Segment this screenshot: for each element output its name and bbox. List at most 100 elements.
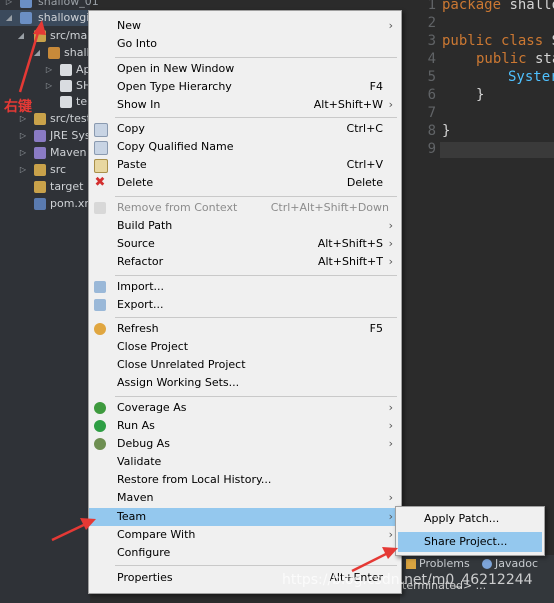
collapse-arrow-icon[interactable]: ◢: [32, 45, 42, 61]
import-icon: [94, 281, 106, 293]
source-folder-icon: [34, 30, 46, 42]
menu-separator: [115, 275, 397, 276]
copy-icon: [94, 123, 108, 137]
expand-arrow-icon[interactable]: ▷: [44, 62, 54, 78]
library-icon: [34, 130, 46, 142]
line-number: 6: [427, 87, 436, 103]
menu-item-close-project[interactable]: Close Project: [89, 338, 401, 356]
menu-item-close-unrelated-project[interactable]: Close Unrelated Project: [89, 356, 401, 374]
code-line-8: }: [442, 123, 451, 139]
submenu-arrow-icon: ›: [388, 546, 393, 559]
expand-arrow-icon[interactable]: ▷: [18, 162, 28, 178]
line-number: 7: [427, 105, 436, 121]
menu-item-restore-local-history[interactable]: Restore from Local History...: [89, 471, 401, 489]
submenu-arrow-icon: ›: [388, 237, 393, 250]
submenu-arrow-icon: ›: [388, 491, 393, 504]
expand-arrow-icon[interactable]: ▷: [18, 145, 28, 161]
menu-separator: [115, 117, 397, 118]
menu-item-show-in[interactable]: Show In Alt+Shift+W ›: [89, 96, 401, 114]
line-number: 4: [427, 51, 436, 67]
menu-separator: [115, 317, 397, 318]
project-icon: [20, 0, 32, 8]
menu-item-coverage-as[interactable]: Coverage As ›: [89, 399, 401, 417]
menu-item-paste[interactable]: Paste Ctrl+V: [89, 156, 401, 174]
submenu-arrow-icon: ›: [388, 219, 393, 232]
menu-item-refactor[interactable]: Refactor Alt+Shift+T ›: [89, 253, 401, 271]
javadoc-icon: [482, 559, 492, 569]
line-number: 1: [427, 0, 436, 13]
tree-row-shallow01[interactable]: ▷ shallow_01: [0, 0, 99, 10]
menu-item-build-path[interactable]: Build Path ›: [89, 217, 401, 235]
expand-arrow-icon[interactable]: ▷: [18, 128, 28, 144]
context-menu: New › Go Into Open in New Window Open Ty…: [88, 10, 402, 594]
tree-row-shallowgit[interactable]: ◢ shallowgit: [0, 10, 94, 26]
menu-item-compare-with[interactable]: Compare With ›: [89, 526, 401, 544]
library-icon: [34, 147, 46, 159]
folder-icon: [34, 164, 46, 176]
menu-item-export[interactable]: Export...: [89, 296, 401, 314]
code-line-5: Syster: [508, 69, 554, 85]
code-line-6: }: [476, 87, 485, 103]
menu-item-go-into[interactable]: Go Into: [89, 35, 401, 53]
submenu-arrow-icon: ›: [388, 255, 393, 268]
menu-item-configure[interactable]: Configure ›: [89, 544, 401, 562]
menu-item-copy[interactable]: Copy Ctrl+C: [89, 120, 401, 138]
expand-arrow-icon[interactable]: ▷: [4, 0, 14, 10]
submenu-item-share-project[interactable]: Share Project...: [398, 532, 542, 552]
menu-item-new[interactable]: New ›: [89, 17, 401, 35]
submenu-arrow-icon: ›: [388, 528, 393, 541]
menu-item-copy-qualified-name[interactable]: Copy Qualified Name: [89, 138, 401, 156]
menu-item-import[interactable]: Import...: [89, 278, 401, 296]
code-editor[interactable]: 1 2 3 4 5 6 7 8 9 package shallo public …: [400, 0, 554, 555]
tab-problems[interactable]: Problems: [406, 555, 470, 573]
expand-arrow-icon[interactable]: ▷: [44, 78, 54, 94]
debug-bug-icon: [94, 438, 106, 450]
refresh-icon: [94, 323, 106, 335]
java-file-icon: [60, 64, 72, 76]
code-line-4: public sta: [476, 51, 554, 67]
package-icon: [48, 47, 60, 59]
project-icon: [20, 12, 32, 24]
team-submenu: Apply Patch... Share Project...: [395, 506, 545, 556]
submenu-arrow-icon: ›: [388, 419, 393, 432]
menu-item-validate[interactable]: Validate: [89, 453, 401, 471]
menu-item-refresh[interactable]: Refresh F5: [89, 320, 401, 338]
annotation-label: 右键: [4, 99, 32, 115]
coverage-icon: [94, 402, 106, 414]
line-number: 3: [427, 33, 436, 49]
submenu-item-apply-patch[interactable]: Apply Patch...: [398, 509, 542, 529]
line-number: 9: [427, 141, 436, 157]
menu-item-debug-as[interactable]: Debug As ›: [89, 435, 401, 453]
menu-item-source[interactable]: Source Alt+Shift+S ›: [89, 235, 401, 253]
menu-item-maven[interactable]: Maven ›: [89, 489, 401, 507]
menu-item-open-type-hierarchy[interactable]: Open Type Hierarchy F4: [89, 78, 401, 96]
submenu-arrow-icon: ›: [388, 98, 393, 111]
menu-separator: [115, 196, 397, 197]
current-line-highlight: [440, 142, 554, 158]
package-explorer: ▷ shallow_01 ◢ shallowgit ◢ src/mai ◢ sh…: [0, 0, 99, 603]
menu-separator: [115, 565, 397, 566]
menu-separator: [115, 57, 397, 58]
line-number: 5: [427, 69, 436, 85]
code-line-3: public class S: [442, 33, 554, 49]
menu-item-team[interactable]: Team ›: [89, 508, 401, 526]
collapse-arrow-icon[interactable]: ◢: [16, 28, 26, 44]
code-line-1: package shallo: [442, 0, 554, 13]
run-icon: [94, 420, 106, 432]
menu-item-open-new-window[interactable]: Open in New Window: [89, 60, 401, 78]
menu-item-remove-from-context: Remove from Context Ctrl+Alt+Shift+Down: [89, 199, 401, 217]
menu-item-assign-working-sets[interactable]: Assign Working Sets...: [89, 374, 401, 392]
menu-item-delete[interactable]: ✖ Delete Delete: [89, 174, 401, 192]
paste-icon: [94, 159, 108, 173]
delete-icon: ✖: [94, 175, 106, 190]
file-icon: [60, 96, 72, 108]
problems-icon: [406, 559, 416, 569]
menu-separator: [115, 396, 397, 397]
collapse-arrow-icon[interactable]: ◢: [4, 10, 14, 26]
export-icon: [94, 299, 106, 311]
submenu-arrow-icon: ›: [388, 510, 393, 523]
tab-javadoc[interactable]: Javadoc: [482, 555, 538, 573]
submenu-arrow-icon: ›: [388, 401, 393, 414]
folder-icon: [34, 181, 46, 193]
menu-item-run-as[interactable]: Run As ›: [89, 417, 401, 435]
